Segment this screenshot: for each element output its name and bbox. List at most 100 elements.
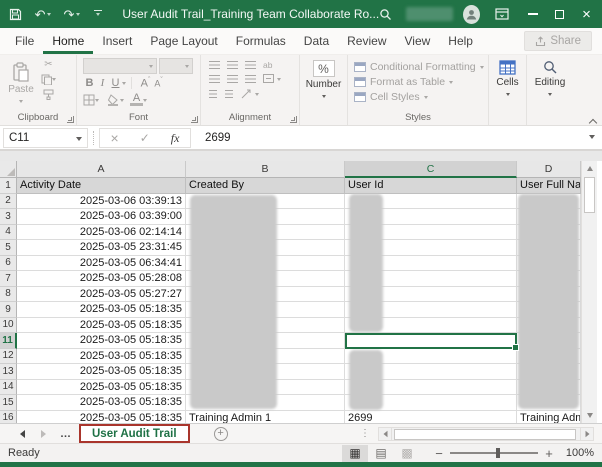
row-header-7[interactable]: 7: [0, 271, 17, 287]
redo-button[interactable]: ↷: [63, 8, 80, 21]
cell-a12[interactable]: 2025-03-05 05:18:35: [17, 349, 186, 365]
cell-a2[interactable]: 2025-03-06 03:39:13: [17, 194, 186, 210]
select-all-button[interactable]: [0, 161, 17, 178]
copy-button[interactable]: [41, 72, 56, 86]
decrease-indent-button[interactable]: [209, 90, 217, 98]
paste-button[interactable]: Paste: [4, 57, 38, 105]
tab-insert[interactable]: Insert: [93, 28, 141, 54]
format-as-table-button[interactable]: Format as Table: [348, 74, 488, 89]
cell-a14[interactable]: 2025-03-05 05:18:35: [17, 380, 186, 396]
cell-a3[interactable]: 2025-03-06 03:39:00: [17, 209, 186, 225]
cell-a4[interactable]: 2025-03-06 02:14:14: [17, 225, 186, 241]
cell-a7[interactable]: 2025-03-05 05:28:08: [17, 271, 186, 287]
quick-access-toolbar-menu[interactable]: [94, 10, 102, 19]
column-header-a[interactable]: A: [17, 161, 186, 178]
ribbon-display-options-button[interactable]: [488, 0, 515, 28]
undo-button[interactable]: ↶: [35, 8, 52, 21]
scrollbar-resize-handle[interactable]: ⋮: [360, 428, 370, 439]
tab-formulas[interactable]: Formulas: [227, 28, 295, 54]
cell-d16[interactable]: Training Adm: [517, 411, 581, 424]
row-header-9[interactable]: 9: [0, 302, 17, 318]
row-header-12[interactable]: 12: [0, 349, 17, 365]
vertical-scrollbar[interactable]: [581, 161, 597, 423]
cell-a11[interactable]: 2025-03-05 05:18:35: [17, 333, 186, 349]
cell-b16[interactable]: Training Admin 1: [186, 411, 345, 424]
row-header-6[interactable]: 6: [0, 256, 17, 272]
scroll-right-button[interactable]: [580, 427, 594, 441]
bold-button[interactable]: B: [83, 77, 96, 89]
collapse-ribbon-button[interactable]: [588, 117, 595, 121]
cell-a9[interactable]: 2025-03-05 05:18:35: [17, 302, 186, 318]
conditional-formatting-button[interactable]: Conditional Formatting: [348, 59, 488, 74]
row-header-4[interactable]: 4: [0, 225, 17, 241]
merge-center-button[interactable]: [263, 74, 274, 83]
row-header-3[interactable]: 3: [0, 209, 17, 225]
add-sheet-button[interactable]: +: [214, 427, 228, 441]
row-header-2[interactable]: 2: [0, 194, 17, 210]
insert-function-button[interactable]: fx: [171, 131, 180, 146]
font-name-dropdown[interactable]: [83, 58, 157, 74]
tab-review[interactable]: Review: [338, 28, 395, 54]
row-header-15[interactable]: 15: [0, 395, 17, 411]
column-header-d[interactable]: D: [517, 161, 581, 178]
scroll-up-button[interactable]: [582, 161, 597, 175]
number-format-button[interactable]: % Number: [300, 55, 347, 100]
cell-b1[interactable]: Created By: [186, 178, 345, 194]
align-bottom-button[interactable]: [245, 61, 256, 69]
cell-c16[interactable]: 2699: [345, 411, 517, 424]
column-header-b[interactable]: B: [186, 161, 345, 178]
row-header-8[interactable]: 8: [0, 287, 17, 303]
italic-button[interactable]: I: [96, 77, 109, 89]
zoom-level[interactable]: 100%: [558, 447, 594, 459]
previous-sheet-button[interactable]: [20, 430, 25, 438]
sheet-tab-user-audit-trail[interactable]: User Audit Trail: [79, 424, 190, 443]
normal-view-button[interactable]: ▦: [342, 445, 368, 462]
formula-input[interactable]: 2699: [205, 128, 231, 148]
cell-d1[interactable]: User Full Nar: [517, 178, 581, 194]
avatar[interactable]: [463, 5, 480, 24]
scroll-down-button[interactable]: [582, 408, 597, 422]
vertical-scrollbar-thumb[interactable]: [584, 177, 595, 213]
align-center-button[interactable]: [227, 75, 238, 83]
underline-button[interactable]: U: [109, 77, 122, 89]
font-color-button[interactable]: A: [130, 94, 143, 106]
cell-a8[interactable]: 2025-03-05 05:27:27: [17, 287, 186, 303]
page-layout-view-button[interactable]: ▤: [368, 445, 394, 462]
close-button[interactable]: ×: [573, 0, 600, 28]
horizontal-scrollbar-track[interactable]: [392, 427, 580, 441]
row-header-10[interactable]: 10: [0, 318, 17, 334]
borders-button[interactable]: [83, 94, 95, 106]
increase-font-size-button[interactable]: Aˆ: [139, 77, 152, 90]
row-header-1[interactable]: 1: [0, 178, 17, 194]
tab-view[interactable]: View: [396, 28, 440, 54]
tab-help[interactable]: Help: [439, 28, 482, 54]
search-button[interactable]: [379, 8, 392, 21]
horizontal-scrollbar-thumb[interactable]: [394, 429, 576, 440]
row-header-5[interactable]: 5: [0, 240, 17, 256]
tab-data[interactable]: Data: [295, 28, 338, 54]
cells-button[interactable]: Cells: [489, 55, 526, 98]
maximize-button[interactable]: [546, 0, 573, 28]
align-middle-button[interactable]: [227, 61, 238, 69]
cell-a16[interactable]: 2025-03-05 05:18:35: [17, 411, 186, 424]
alignment-dialog-launcher[interactable]: [290, 116, 297, 123]
tab-file[interactable]: File: [6, 28, 43, 54]
page-break-preview-button[interactable]: ▩: [394, 445, 420, 462]
cell-a6[interactable]: 2025-03-05 06:34:41: [17, 256, 186, 272]
more-sheets-button[interactable]: …: [60, 428, 71, 440]
align-right-button[interactable]: [245, 75, 256, 83]
fill-color-button[interactable]: [107, 94, 120, 106]
minimize-button[interactable]: [519, 0, 546, 28]
font-size-dropdown[interactable]: [159, 58, 193, 74]
wrap-text-button[interactable]: ab: [263, 61, 272, 69]
zoom-slider-thumb[interactable]: [496, 448, 500, 458]
orientation-button[interactable]: [241, 89, 252, 99]
column-header-c[interactable]: C: [345, 161, 517, 178]
name-box[interactable]: C11: [3, 128, 88, 148]
expand-formula-bar-icon[interactable]: [589, 135, 595, 142]
decrease-font-size-button[interactable]: Aˇ: [152, 77, 165, 90]
cell-styles-button[interactable]: Cell Styles: [348, 89, 488, 104]
tab-page-layout[interactable]: Page Layout: [141, 28, 226, 54]
cell-a1[interactable]: Activity Date: [17, 178, 186, 194]
cell-a15[interactable]: 2025-03-05 05:18:35: [17, 395, 186, 411]
